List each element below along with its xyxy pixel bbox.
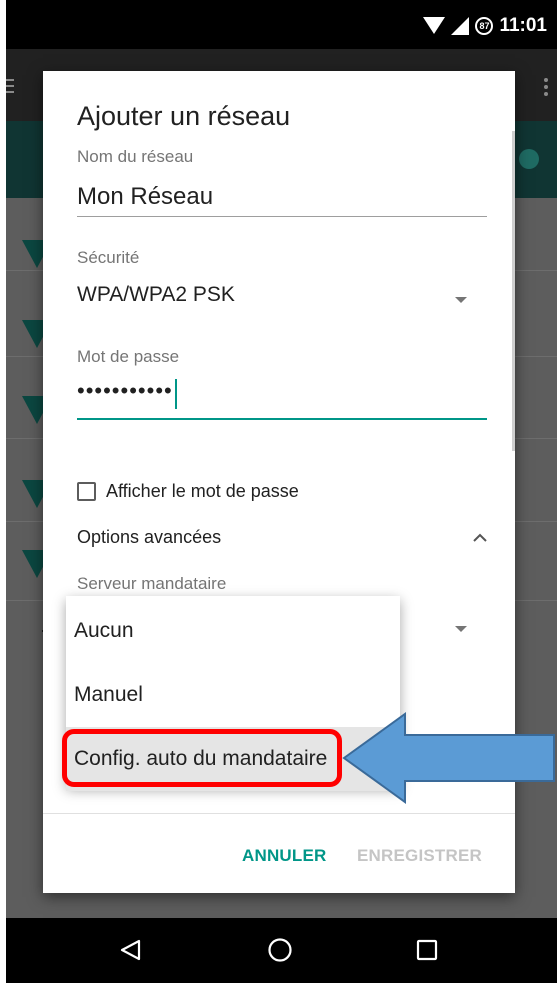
dialog-divider <box>43 813 515 814</box>
cancel-button[interactable]: ANNULER <box>242 846 327 866</box>
home-icon[interactable] <box>267 937 293 963</box>
save-button[interactable]: ENREGISTRER <box>357 846 482 866</box>
battery-icon: 87 <box>475 17 494 35</box>
password-label: Mot de passe <box>77 347 180 366</box>
advanced-options-toggle[interactable]: Options avancées <box>77 527 487 555</box>
network-name-label: Nom du réseau <box>77 147 194 166</box>
network-name-underline <box>77 216 487 217</box>
back-icon[interactable] <box>119 938 143 962</box>
clock: 11:01 <box>499 15 547 36</box>
navigation-bar <box>6 918 557 983</box>
annotation-highlight-box <box>62 729 342 787</box>
text-cursor <box>174 378 177 409</box>
password-value: ••••••••••• <box>77 378 173 403</box>
security-value: WPA/WPA2 PSK <box>77 283 235 306</box>
wifi-signal-icon <box>423 17 446 34</box>
password-input[interactable]: ••••••••••• <box>77 378 487 418</box>
status-bar: 87 11:01 <box>6 0 557 49</box>
status-icons: 87 11:01 <box>423 14 547 38</box>
menu-icon <box>6 79 14 93</box>
network-name-input[interactable]: Mon Réseau <box>77 183 487 219</box>
show-password-label: Afficher le mot de passe <box>106 480 299 501</box>
chevron-up-icon <box>473 533 487 542</box>
annotation-arrow-icon <box>342 712 555 804</box>
proxy-option-none[interactable]: Aucun <box>66 599 400 663</box>
toggle-switch-icon <box>519 149 539 169</box>
show-password-row[interactable]: Afficher le mot de passe <box>77 479 299 503</box>
security-label: Sécurité <box>77 248 140 267</box>
network-name-value: Mon Réseau <box>77 183 214 210</box>
proxy-dropdown-arrow-icon <box>455 626 467 632</box>
show-password-checkbox[interactable] <box>77 481 96 501</box>
phone-screen: 87 11:01 Ajouter un réseau Nom du réseau… <box>6 0 557 983</box>
recent-apps-icon[interactable] <box>416 939 438 961</box>
password-underline <box>77 418 487 420</box>
cell-signal-icon <box>451 17 470 35</box>
overflow-menu-icon <box>544 78 548 96</box>
proxy-label: Serveur mandataire <box>77 574 227 593</box>
dialog-title: Ajouter un réseau <box>77 101 291 131</box>
advanced-options-label: Options avancées <box>77 527 222 547</box>
security-select[interactable]: WPA/WPA2 PSK <box>77 283 487 317</box>
dropdown-arrow-icon <box>455 297 467 303</box>
dialog-scrollbar[interactable] <box>512 131 515 451</box>
